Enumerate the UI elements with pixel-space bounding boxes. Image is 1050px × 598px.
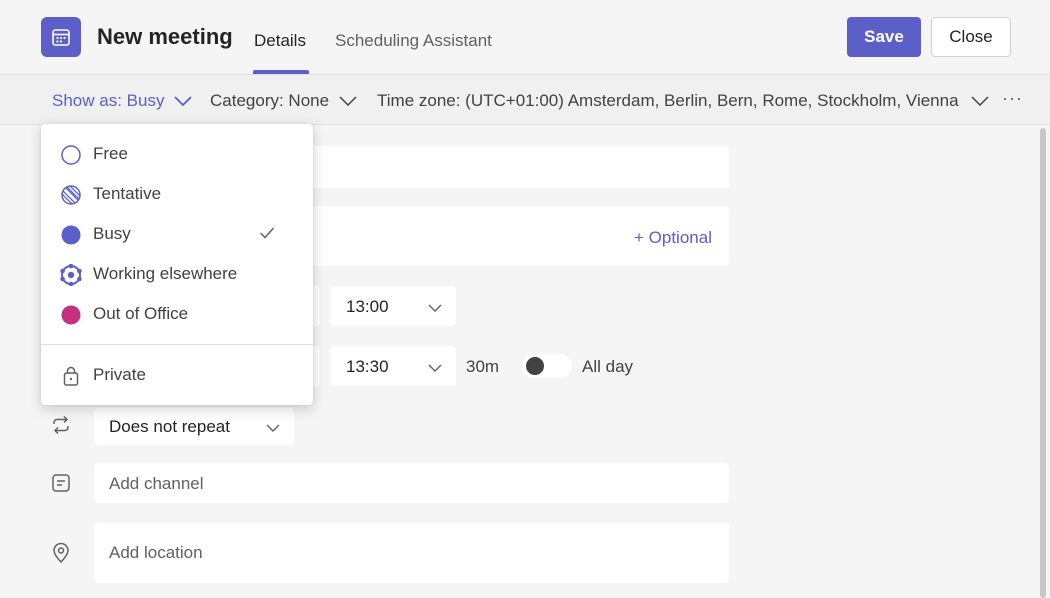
add-optional-attendees-link[interactable]: + Optional: [634, 228, 712, 248]
repeat-dropdown[interactable]: Does not repeat: [94, 408, 294, 445]
menu-item-private[interactable]: Private: [41, 355, 313, 395]
repeat-icon: [50, 414, 72, 436]
page-title: New meeting: [97, 24, 233, 49]
menu-item-label: Free: [93, 144, 128, 163]
location-icon: [50, 542, 72, 564]
active-tab-indicator: [253, 70, 309, 74]
dotted-circle-icon: [60, 263, 82, 287]
menu-item-label: Tentative: [93, 184, 162, 203]
start-time-dropdown[interactable]: 13:00: [331, 286, 456, 326]
menu-item-label: Out of Office: [93, 304, 189, 323]
close-button[interactable]: Close: [931, 17, 1011, 57]
filled-circle-icon: [60, 224, 82, 246]
category-dropdown[interactable]: Category: None: [210, 91, 357, 111]
tab-scheduling-assistant[interactable]: Scheduling Assistant: [335, 31, 492, 51]
chevron-down-icon: [428, 300, 442, 318]
end-time-value: 13:30: [346, 357, 389, 376]
menu-item-busy[interactable]: Busy: [41, 214, 313, 254]
location-placeholder: Add location: [109, 543, 203, 562]
menu-item-tentative[interactable]: Tentative: [41, 174, 313, 214]
end-time-dropdown[interactable]: 13:30: [331, 346, 456, 386]
circle-outline-icon: [60, 144, 82, 166]
meeting-toolbar: Show as: Busy Category: None Time zone: …: [0, 75, 1050, 125]
menu-divider: [41, 344, 313, 345]
scrollbar[interactable]: [1040, 128, 1046, 598]
start-time-value: 13:00: [346, 297, 389, 316]
lock-icon: [60, 365, 82, 387]
all-day-toggle[interactable]: [522, 354, 572, 378]
save-button[interactable]: Save: [847, 17, 921, 57]
calendar-icon: [41, 17, 81, 57]
chevron-down-icon: [339, 96, 357, 106]
checkmark-icon: [259, 226, 275, 245]
show-as-label: Show as: Busy: [52, 91, 165, 110]
chevron-down-icon: [428, 360, 442, 378]
menu-item-label: Busy: [93, 224, 131, 243]
menu-item-out-of-office[interactable]: Out of Office: [41, 294, 313, 334]
time-zone-dropdown[interactable]: Time zone: (UTC+01:00) Amsterdam, Berlin…: [377, 91, 989, 111]
hatched-circle-icon: [60, 184, 82, 206]
duration-label: 30m: [466, 357, 500, 376]
chevron-down-icon: [174, 96, 193, 106]
channel-placeholder: Add channel: [109, 474, 204, 493]
category-label: Category: None: [210, 91, 330, 110]
filled-circle-icon: [60, 304, 82, 326]
toggle-knob: [526, 357, 544, 375]
all-day-label: All day: [582, 357, 634, 376]
channel-field[interactable]: Add channel: [94, 463, 729, 503]
show-as-menu: Free Tentative Busy Working elsewhere Ou…: [41, 124, 313, 405]
menu-item-label: Private: [93, 365, 146, 384]
tab-details[interactable]: Details: [254, 31, 306, 51]
show-as-dropdown[interactable]: Show as: Busy: [52, 91, 193, 111]
time-zone-label: Time zone: (UTC+01:00) Amsterdam, Berlin…: [377, 91, 959, 110]
channel-icon: [50, 472, 72, 494]
meeting-header: New meeting Details Scheduling Assistant…: [0, 0, 1050, 75]
chevron-down-icon: [971, 96, 989, 106]
chevron-down-icon: [266, 420, 280, 438]
location-field[interactable]: Add location: [94, 523, 729, 583]
repeat-value: Does not repeat: [109, 417, 230, 436]
menu-item-working-elsewhere[interactable]: Working elsewhere: [41, 254, 313, 294]
more-options-icon[interactable]: ···: [1002, 88, 1023, 109]
menu-item-free[interactable]: Free: [41, 134, 313, 174]
menu-item-label: Working elsewhere: [93, 264, 238, 283]
